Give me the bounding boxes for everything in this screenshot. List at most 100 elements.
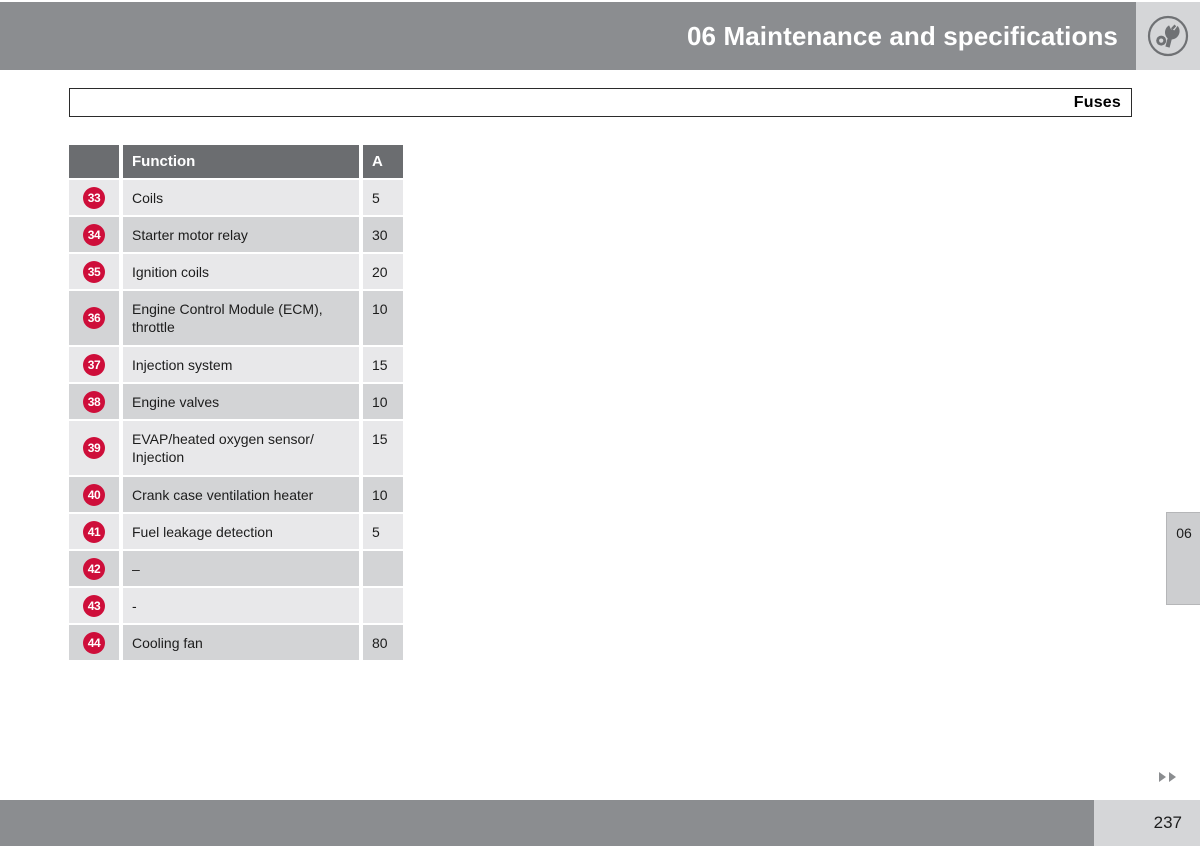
table-row: 43 - (69, 588, 403, 623)
chapter-side-tab-label: 06 (1176, 525, 1192, 541)
table-row: 42 – (69, 551, 403, 586)
fuse-function-text: Crank case ventilation heater (132, 487, 314, 503)
fuse-amps-text: 10 (372, 394, 388, 410)
chapter-side-tab[interactable]: 06 (1166, 512, 1200, 605)
fuse-amps-cell: 5 (363, 180, 403, 215)
fuse-number-cell: 43 (69, 588, 119, 623)
fuse-function-text: Engine Control Module (ECM), throttle (132, 301, 323, 335)
fuse-number-cell: 42 (69, 551, 119, 586)
fuse-number-badge: 39 (83, 437, 105, 459)
fuse-function-cell: Fuel leakage detection (123, 514, 359, 549)
fuse-function-text: EVAP/heated oxygen sensor/ Injection (132, 431, 314, 465)
fuse-amps-cell: 10 (363, 291, 403, 345)
fuse-number-badge: 38 (83, 390, 105, 413)
fuse-number-badge: 42 (83, 557, 105, 580)
chapter-icon-box (1136, 2, 1200, 70)
fuse-function-cell: EVAP/heated oxygen sensor/ Injection (123, 421, 359, 475)
table-row: 34 Starter motor relay 30 (69, 217, 403, 252)
column-header-amps-label: A (372, 153, 383, 170)
page-footer-bar (0, 800, 1094, 846)
fuse-function-cell: Starter motor relay (123, 217, 359, 252)
fuse-function-text: Starter motor relay (132, 227, 248, 243)
fuse-amps-cell: 80 (363, 625, 403, 660)
fuse-amps-cell (363, 551, 403, 586)
fuse-function-text: Injection system (132, 357, 233, 373)
fuse-number-cell: 38 (69, 384, 119, 419)
fuse-function-text: Engine valves (132, 394, 220, 410)
fuse-amps-cell: 15 (363, 421, 403, 475)
fuse-number-cell: 40 (69, 477, 119, 512)
fuse-number-cell: 36 (69, 291, 119, 345)
fuse-number-badge: 33 (83, 186, 105, 209)
fuse-number-cell: 33 (69, 180, 119, 215)
fuse-amps-text: 30 (372, 227, 388, 243)
column-header-amps: A (363, 145, 403, 178)
fuse-function-cell: Coils (123, 180, 359, 215)
fuse-number-badge: 43 (83, 594, 105, 617)
fuse-function-text: Fuel leakage detection (132, 524, 273, 540)
fuse-function-text: Cooling fan (132, 635, 203, 651)
fuse-amps-text: 10 (372, 301, 388, 317)
fuse-amps-cell: 10 (363, 384, 403, 419)
fuse-amps-text: 20 (372, 264, 388, 280)
fuse-number-cell: 34 (69, 217, 119, 252)
table-row: 41 Fuel leakage detection 5 (69, 514, 403, 549)
fuse-amps-cell (363, 588, 403, 623)
fuse-number-cell: 41 (69, 514, 119, 549)
fuse-function-text: Ignition coils (132, 264, 210, 280)
fuse-function-cell: Crank case ventilation heater (123, 477, 359, 512)
section-title: Fuses (1073, 93, 1121, 111)
table-row: 37 Injection system 15 (69, 347, 403, 382)
fuse-number-badge: 40 (83, 483, 105, 506)
manual-page: 06 Maintenance and specifications Fuses … (0, 0, 1200, 847)
fuse-function-cell: Cooling fan (123, 625, 359, 660)
fuse-amps-cell: 20 (363, 254, 403, 289)
fuse-number-badge: 44 (83, 631, 105, 654)
table-row: 33 Coils 5 (69, 180, 403, 215)
fuse-function-text: Coils (132, 190, 164, 206)
fuse-amps-text: 15 (372, 357, 388, 373)
fuse-table: Function A 33 Coils 5 34 Starter motor r… (69, 145, 403, 662)
double-right-arrow-icon[interactable] (1150, 772, 1184, 782)
fuse-number-badge: 41 (83, 520, 105, 543)
fuse-function-text: - (132, 598, 137, 614)
fuse-function-cell: Ignition coils (123, 254, 359, 289)
table-row: 36 Engine Control Module (ECM), throttle… (69, 291, 403, 345)
table-row: 38 Engine valves 10 (69, 384, 403, 419)
table-header-row: Function A (69, 145, 403, 178)
fuse-function-cell: Injection system (123, 347, 359, 382)
column-header-function-label: Function (132, 153, 196, 170)
fuse-amps-text: 5 (372, 524, 380, 540)
table-row: 44 Cooling fan 80 (69, 625, 403, 660)
section-title-box: Fuses (69, 88, 1132, 117)
fuse-amps-text: 5 (372, 190, 380, 206)
wrench-gear-icon (1147, 15, 1189, 57)
page-number-box: 237 (1094, 800, 1200, 846)
fuse-amps-cell: 30 (363, 217, 403, 252)
fuse-function-text: – (132, 561, 140, 577)
table-row: 35 Ignition coils 20 (69, 254, 403, 289)
fuse-amps-text: 10 (372, 487, 388, 503)
table-row: 39 EVAP/heated oxygen sensor/ Injection … (69, 421, 403, 475)
arrow-triangle-1 (1158, 772, 1166, 782)
column-header-function: Function (123, 145, 359, 178)
arrow-triangle-2 (1168, 772, 1176, 782)
fuse-amps-cell: 5 (363, 514, 403, 549)
fuse-function-cell: - (123, 588, 359, 623)
fuse-amps-cell: 15 (363, 347, 403, 382)
page-number: 237 (1153, 813, 1182, 832)
fuse-function-cell: Engine Control Module (ECM), throttle (123, 291, 359, 345)
page-title: 06 Maintenance and specifications (687, 20, 1118, 51)
fuse-number-cell: 37 (69, 347, 119, 382)
fuse-number-cell: 44 (69, 625, 119, 660)
fuse-amps-text: 15 (372, 431, 388, 447)
fuse-number-badge: 37 (83, 353, 105, 376)
fuse-amps-text: 80 (372, 635, 388, 651)
fuse-function-cell: – (123, 551, 359, 586)
table-row: 40 Crank case ventilation heater 10 (69, 477, 403, 512)
fuse-number-badge: 34 (83, 223, 105, 246)
fuse-amps-cell: 10 (363, 477, 403, 512)
fuse-number-badge: 35 (83, 260, 105, 283)
fuse-number-badge: 36 (83, 307, 105, 329)
fuse-function-cell: Engine valves (123, 384, 359, 419)
